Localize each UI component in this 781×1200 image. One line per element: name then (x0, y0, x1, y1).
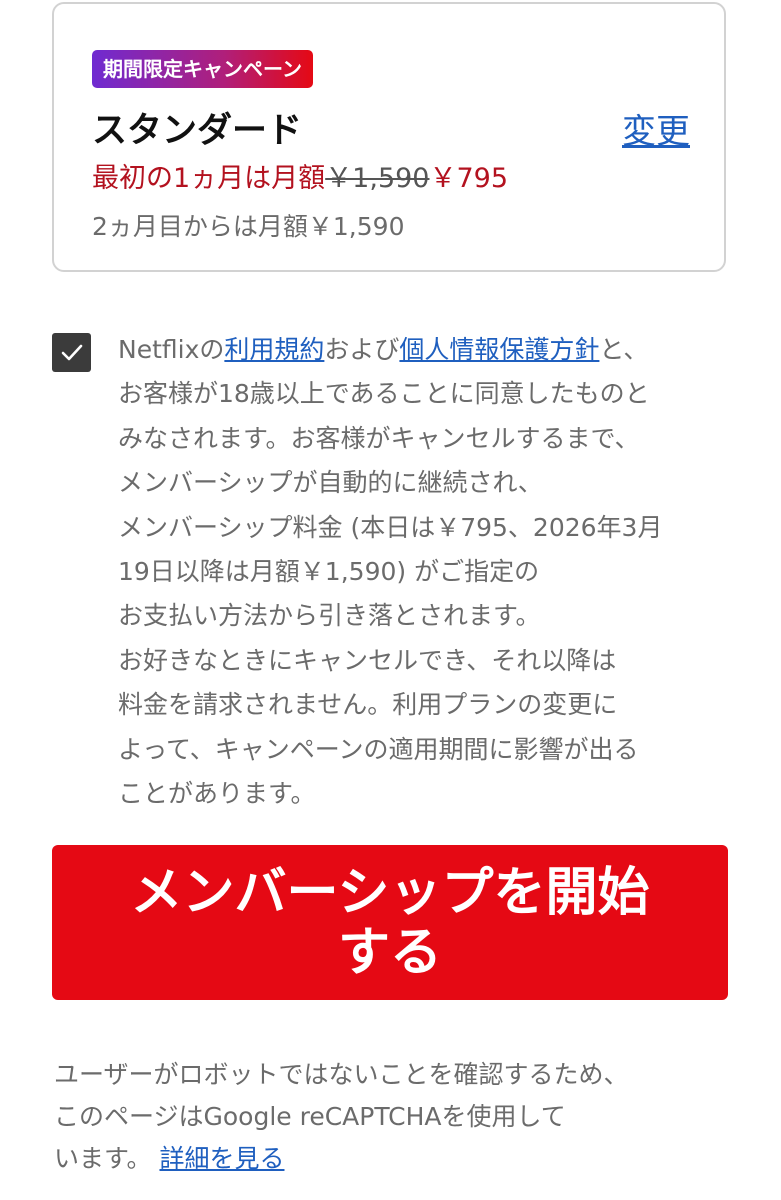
consent-line: 料金を請求されません。利用プランの変更に (118, 690, 618, 720)
consent-line: ことがあります。 (118, 779, 316, 809)
consent-line: お客様が18歳以上であることに同意したものと (118, 379, 650, 409)
consent-line: メンバーシップ料金 (本日は￥795、2026年3月 (118, 512, 663, 542)
start-membership-label-line2: する (337, 922, 442, 983)
consent-line: Netflixの利用規約および個人情報保護方針と、 (118, 335, 649, 364)
price-prefix: 最初の1ヵ月は月額 (92, 163, 326, 194)
plan-card: 期間限定キャンペーン スタンダード 変更 最初の1ヵ月は月額￥1,590￥795… (52, 2, 726, 272)
start-membership-button[interactable]: メンバーシップを開始 する (52, 845, 728, 1000)
new-price: ￥795 (429, 163, 509, 194)
privacy-policy-link[interactable]: 個人情報保護方針 (399, 335, 599, 364)
plan-name: スタンダード (92, 111, 303, 151)
consent-line: メンバーシップが自動的に継続され、 (118, 468, 543, 498)
old-price: ￥1,590 (325, 163, 430, 194)
recaptcha-notice: ユーザーがロボットではないことを確認するため、 このページはGoogle reC… (54, 1054, 744, 1180)
renewal-price: 2ヵ月目からは月額￥1,590 (92, 212, 405, 241)
consent-line: お好きなときにキャンセルでき、それ以降は (118, 645, 617, 675)
first-month-price: 最初の1ヵ月は月額￥1,590￥795 (92, 156, 508, 195)
start-membership-label-line1: メンバーシップを開始 (130, 862, 650, 923)
learn-more-link[interactable]: 詳細を見る (159, 1144, 284, 1173)
consent-line: お支払い方法から引き落とされます。 (118, 601, 541, 631)
consent-text: Netflixの利用規約および個人情報保護方針と、 お客様が18歳以上であること… (118, 328, 748, 816)
recaptcha-line: います。 詳細を見る (54, 1144, 285, 1173)
consent-line: よって、キャンペーンの適用期間に影響が出る (118, 734, 639, 764)
recaptcha-line: このページはGoogle reCAPTCHAを使用して (54, 1102, 566, 1131)
campaign-badge: 期間限定キャンペーン (92, 50, 313, 88)
terms-of-use-link[interactable]: 利用規約 (224, 335, 324, 364)
recaptcha-line: ユーザーがロボットではないことを確認するため、 (54, 1060, 629, 1089)
consent-line: みなされます。お客様がキャンセルするまで、 (118, 423, 640, 453)
consent-checkbox[interactable] (52, 333, 91, 372)
consent-line: 19日以降は月額￥1,590) がご指定の (118, 557, 540, 587)
checkmark-icon (61, 344, 82, 361)
change-plan-link[interactable]: 変更 (622, 104, 690, 153)
